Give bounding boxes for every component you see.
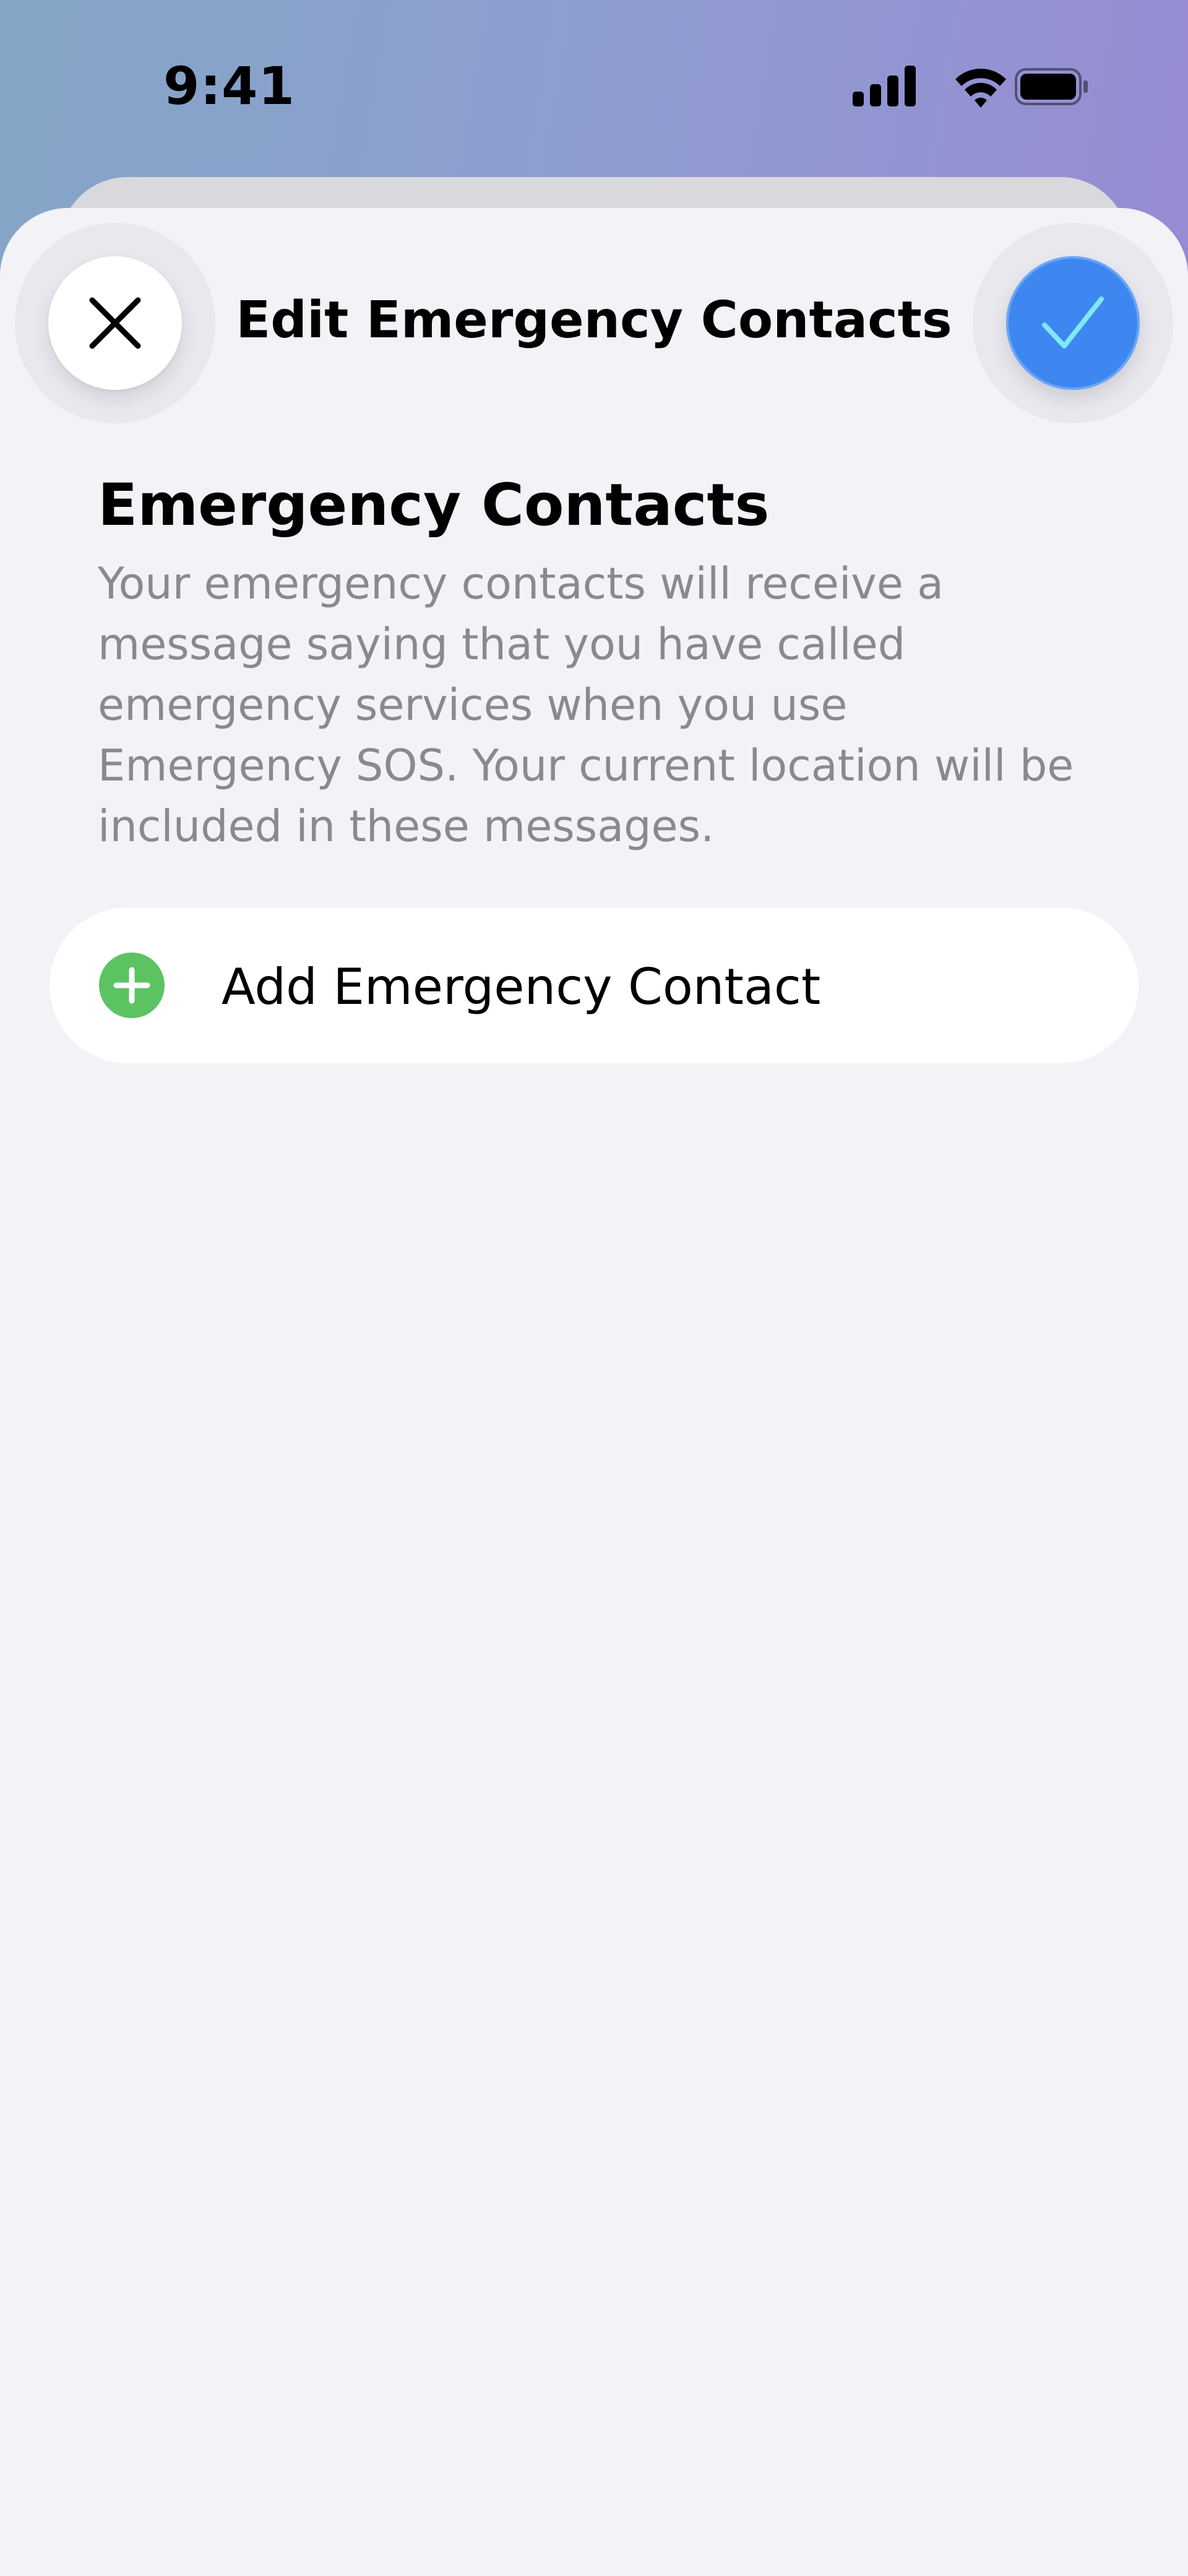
wifi-icon — [955, 69, 1006, 108]
status-time: 9:41 — [163, 56, 295, 116]
close-icon — [89, 297, 141, 349]
add-emergency-contact-label: Add Emergency Contact — [222, 958, 821, 1016]
checkmark-icon — [1042, 296, 1104, 348]
section-title: Emergency Contacts — [98, 472, 770, 539]
cellular-signal-icon — [853, 66, 916, 106]
status-bar: 9:41 — [0, 0, 1188, 173]
sheet-title: Edit Emergency Contacts — [236, 291, 952, 350]
plus-circle-icon — [99, 953, 165, 1018]
battery-icon — [1015, 68, 1088, 105]
status-icons — [853, 66, 1088, 108]
add-emergency-contact-button[interactable]: Add Emergency Contact — [50, 907, 1138, 1063]
close-button[interactable] — [48, 256, 182, 390]
section-description: Your emergency contacts will receive a m… — [98, 558, 1074, 852]
done-button[interactable] — [1006, 256, 1140, 390]
